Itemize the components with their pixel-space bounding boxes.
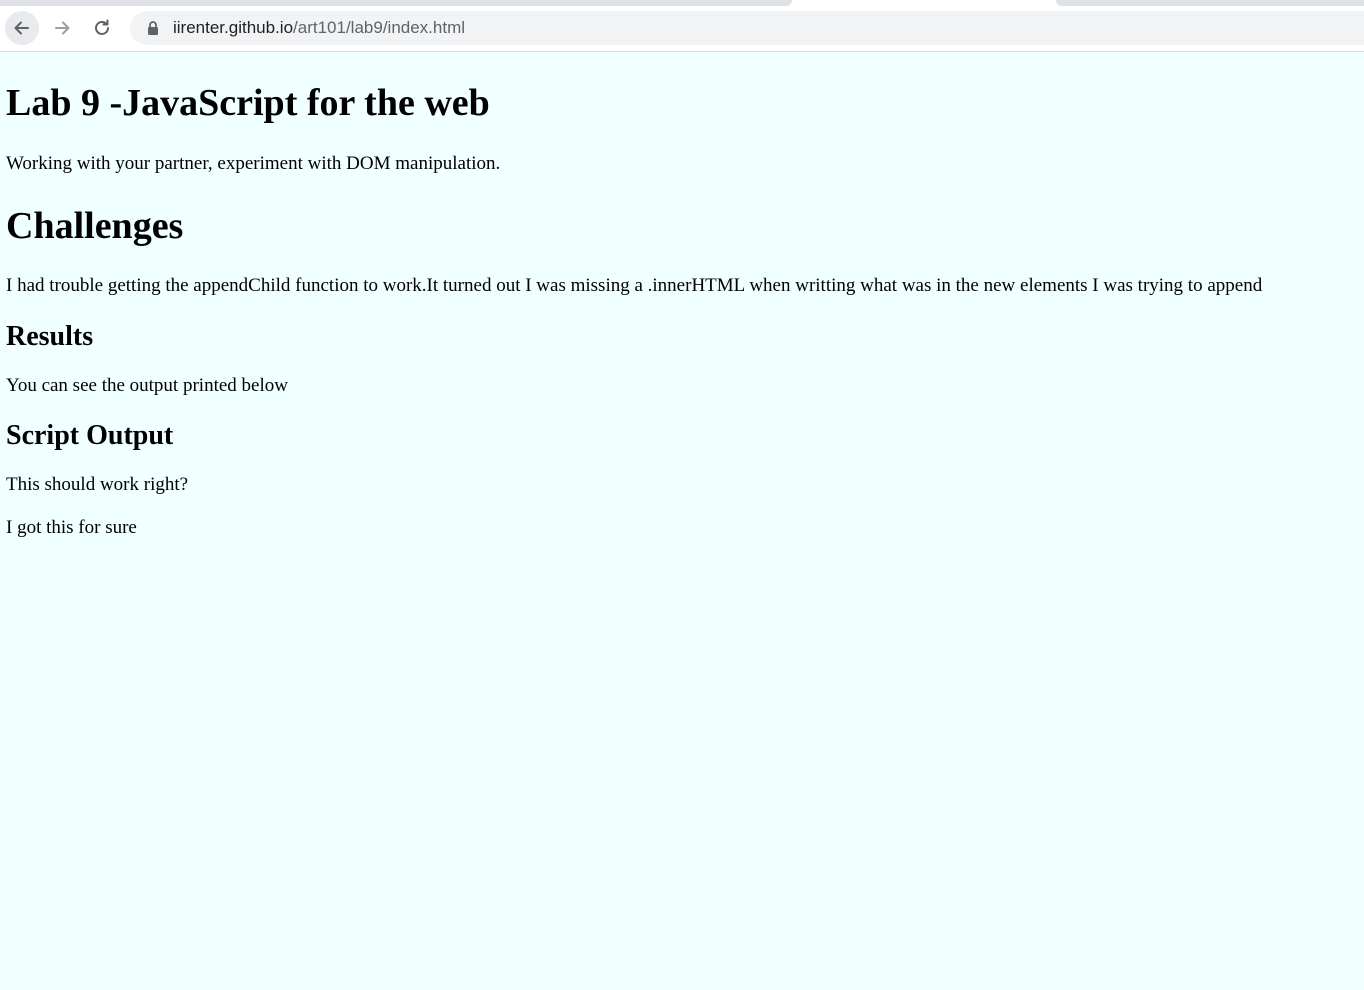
tab-strip-right[interactable] xyxy=(1056,0,1364,6)
page-title: Lab 9 -JavaScript for the web xyxy=(6,82,490,124)
intro-text: Working with your partner, experiment wi… xyxy=(6,153,501,174)
reload-button[interactable] xyxy=(85,11,119,45)
address-url[interactable]: iirenter.github.io/art101/lab9/index.htm… xyxy=(173,18,465,38)
output-line-1: This should work right? xyxy=(6,474,189,495)
arrow-left-icon xyxy=(14,21,29,35)
lock-icon[interactable] xyxy=(146,21,160,35)
challenges-text: I had trouble getting the appendChild fu… xyxy=(6,275,1263,296)
forward-button[interactable] xyxy=(45,11,79,45)
tab-strip-left[interactable] xyxy=(0,0,792,6)
results-text: You can see the output printed below xyxy=(6,375,288,396)
back-button[interactable] xyxy=(5,11,39,45)
output-line-2: I got this for sure xyxy=(6,517,137,538)
browser-toolbar: iirenter.github.io/art101/lab9/index.htm… xyxy=(0,0,1364,52)
address-bar[interactable]: iirenter.github.io/art101/lab9/index.htm… xyxy=(130,11,1364,45)
arrow-right-icon xyxy=(55,21,70,35)
results-heading: Results xyxy=(6,321,94,352)
url-host: iirenter.github.io xyxy=(173,18,294,37)
reload-icon xyxy=(95,19,109,35)
url-path: /art101/lab9/index.html xyxy=(293,18,466,37)
page-content: Lab 9 -JavaScript for the web Working wi… xyxy=(0,81,1364,539)
tab-strip xyxy=(0,0,1364,6)
script-output-heading: Script Output xyxy=(6,420,174,451)
challenges-heading: Challenges xyxy=(6,205,184,247)
